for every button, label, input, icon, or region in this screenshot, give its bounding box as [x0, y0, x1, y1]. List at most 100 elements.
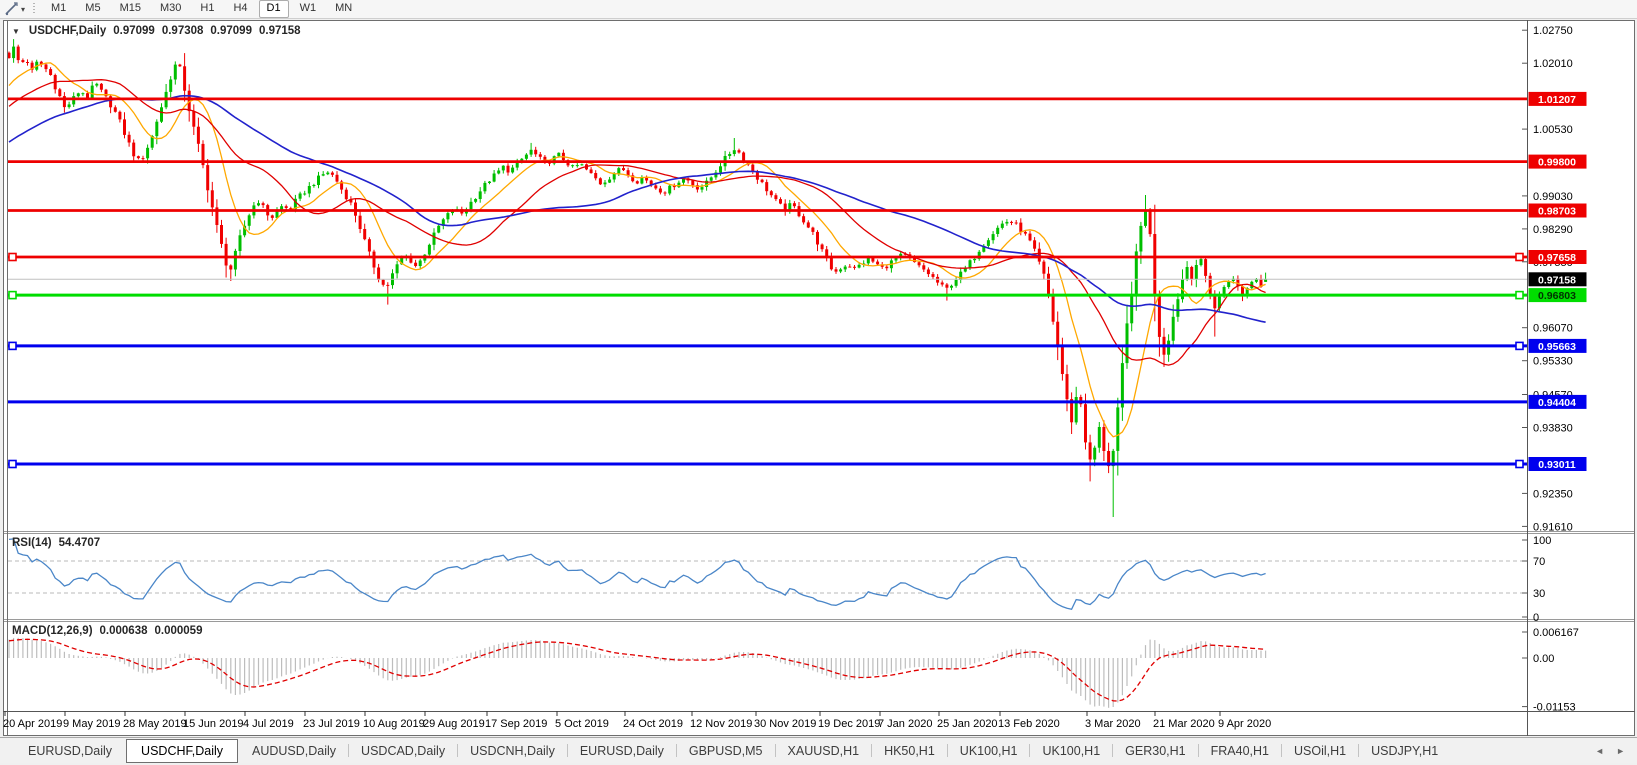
level-handle-right[interactable]	[1516, 342, 1523, 349]
level-handle-left[interactable]	[9, 292, 16, 299]
tab-uk100-h1[interactable]: UK100,H1	[1030, 741, 1112, 761]
svg-text:0.98703: 0.98703	[1538, 206, 1576, 218]
price-tag-1.01207: 1.01207	[1529, 92, 1587, 106]
svg-text:20 Apr 2019: 20 Apr 2019	[3, 718, 62, 730]
tab-fra40-h1[interactable]: FRA40,H1	[1199, 741, 1281, 761]
crosshair-tool-icon[interactable]	[4, 2, 20, 16]
svg-text:30: 30	[1533, 588, 1545, 600]
chart-canvas: 1.027501.020101.005300.990300.982900.975…	[0, 19, 1637, 737]
price-tag-0.96803: 0.96803	[1529, 288, 1587, 302]
svg-text:25 Jan 2020: 25 Jan 2020	[937, 718, 998, 730]
tab-scroll-right-icon[interactable]: ►	[1616, 746, 1625, 756]
tab-ger30-h1[interactable]: GER30,H1	[1113, 741, 1197, 761]
tab-eurusd-daily[interactable]: EURUSD,Daily	[568, 741, 676, 761]
svg-text:24 Oct 2019: 24 Oct 2019	[623, 718, 683, 730]
timeframe-button-m1[interactable]: M1	[43, 0, 74, 16]
price-tag-0.97658: 0.97658	[1529, 250, 1587, 264]
price-tag-0.93011: 0.93011	[1529, 457, 1587, 471]
svg-text:23 Jul 2019: 23 Jul 2019	[303, 718, 360, 730]
level-handle-left[interactable]	[9, 461, 16, 468]
level-handle-right[interactable]	[1516, 254, 1523, 261]
timeframe-button-m5[interactable]: M5	[77, 0, 108, 16]
svg-text:0.00: 0.00	[1533, 653, 1554, 665]
price-tag-0.97158: 0.97158	[1529, 272, 1587, 286]
svg-text:0.98290: 0.98290	[1533, 224, 1573, 236]
level-handle-left[interactable]	[9, 342, 16, 349]
price-tag-0.98703: 0.98703	[1529, 204, 1587, 218]
svg-text:0.97158: 0.97158	[1538, 274, 1576, 286]
svg-text:28 May 2019: 28 May 2019	[123, 718, 187, 730]
svg-text:0.91610: 0.91610	[1533, 521, 1573, 533]
timeframe-button-m15[interactable]: M15	[112, 0, 149, 16]
tab-uk100-h1[interactable]: UK100,H1	[948, 741, 1030, 761]
timeframe-button-w1[interactable]: W1	[292, 0, 325, 16]
mt4-terminal: { "toolbar": { "tool_icon": "crosshair-p…	[0, 0, 1637, 765]
tab-gbpusd-m5[interactable]: GBPUSD,M5	[677, 741, 775, 761]
chart-collapse-icon[interactable]: ▼	[12, 27, 20, 36]
svg-text:0.97658: 0.97658	[1538, 252, 1576, 264]
svg-text:9 Apr 2020: 9 Apr 2020	[1218, 718, 1271, 730]
toolbar-grip	[33, 3, 35, 15]
svg-text:5 Oct 2019: 5 Oct 2019	[555, 718, 609, 730]
price-tag-0.94404: 0.94404	[1529, 395, 1587, 409]
macd-indicator-name: MACD(12,26,9)	[12, 625, 93, 637]
timeframe-button-m30[interactable]: M30	[152, 0, 189, 16]
svg-text:0.93011: 0.93011	[1538, 459, 1576, 471]
timeframe-button-mn[interactable]: MN	[327, 0, 360, 16]
svg-text:19 Dec 2019: 19 Dec 2019	[818, 718, 880, 730]
svg-text:7 Jan 2020: 7 Jan 2020	[878, 718, 932, 730]
tab-usdjpy-h1[interactable]: USDJPY,H1	[1359, 741, 1450, 761]
svg-text:10 Aug 2019: 10 Aug 2019	[363, 718, 425, 730]
svg-text:0.006167: 0.006167	[1533, 627, 1579, 639]
timeframe-button-h4[interactable]: H4	[225, 0, 255, 16]
level-handle-left[interactable]	[9, 254, 16, 261]
svg-text:9 May 2019: 9 May 2019	[63, 718, 120, 730]
rsi-indicator-value: 54.4707	[59, 537, 101, 549]
svg-text:0.93830: 0.93830	[1533, 423, 1573, 435]
svg-text:0.96803: 0.96803	[1538, 290, 1576, 302]
tab-hk50-h1[interactable]: HK50,H1	[872, 741, 947, 761]
chart-symbol-label: USDCHF,Daily	[29, 25, 106, 37]
svg-text:1.02010: 1.02010	[1533, 58, 1573, 70]
level-handle-right[interactable]	[1516, 292, 1523, 299]
tab-scroll-arrows: ◄►	[1595, 746, 1625, 756]
ohlc-close: 0.97158	[259, 25, 301, 37]
svg-text:1.01207: 1.01207	[1538, 94, 1576, 106]
macd-indicator-value-main: 0.000638	[100, 625, 148, 637]
timeframe-toolbar: ▾ M1M5M15M30H1H4D1W1MN	[0, 0, 1637, 19]
svg-text:12 Nov 2019: 12 Nov 2019	[690, 718, 752, 730]
tab-eurusd-daily[interactable]: EURUSD,Daily	[16, 741, 124, 761]
chart-window: 1.027501.020101.005300.990300.982900.975…	[0, 19, 1637, 737]
tab-xauusd-h1[interactable]: XAUUSD,H1	[776, 741, 872, 761]
macd-indicator-value-signal: 0.000059	[155, 625, 203, 637]
timeframe-buttons: M1M5M15M30H1H4D1W1MN	[43, 0, 360, 18]
level-handle-right[interactable]	[1516, 461, 1523, 468]
tab-scroll-left-icon[interactable]: ◄	[1595, 746, 1604, 756]
rsi-indicator-name: RSI(14)	[12, 537, 52, 549]
tool-dropdown-caret-icon[interactable]: ▾	[21, 5, 25, 14]
ohlc-low: 0.97099	[210, 25, 252, 37]
svg-text:0.99030: 0.99030	[1533, 191, 1573, 203]
svg-text:0.95330: 0.95330	[1533, 356, 1573, 368]
svg-text:3 Mar 2020: 3 Mar 2020	[1085, 718, 1141, 730]
rsi-pane-label: RSI(14) 54.4707	[12, 537, 100, 549]
tab-usoil-h1[interactable]: USOil,H1	[1282, 741, 1358, 761]
tab-audusd-daily[interactable]: AUDUSD,Daily	[240, 741, 348, 761]
svg-text:0.96070: 0.96070	[1533, 323, 1573, 335]
svg-text:15 Jun 2019: 15 Jun 2019	[183, 718, 244, 730]
timeframe-button-h1[interactable]: H1	[192, 0, 222, 16]
tab-usdcnh-daily[interactable]: USDCNH,Daily	[458, 741, 567, 761]
svg-text:4 Jul 2019: 4 Jul 2019	[243, 718, 294, 730]
svg-text:-0.01153: -0.01153	[1533, 702, 1576, 714]
timeframe-button-d1[interactable]: D1	[259, 0, 289, 18]
chart-title: ▼ USDCHF,Daily 0.97099 0.97308 0.97099 0…	[12, 25, 301, 37]
ohlc-high: 0.97308	[162, 25, 204, 37]
svg-text:0: 0	[1533, 612, 1539, 624]
tab-usdcad-daily[interactable]: USDCAD,Daily	[349, 741, 457, 761]
chart-tab-bar: EURUSD,DailyUSDCHF,DailyAUDUSD,DailyUSDC…	[0, 737, 1637, 763]
ohlc-open: 0.97099	[113, 25, 155, 37]
svg-text:100: 100	[1533, 535, 1551, 547]
svg-text:0.95663: 0.95663	[1538, 341, 1576, 353]
svg-text:13 Feb 2020: 13 Feb 2020	[998, 718, 1060, 730]
tab-usdchf-daily[interactable]: USDCHF,Daily	[126, 739, 238, 763]
